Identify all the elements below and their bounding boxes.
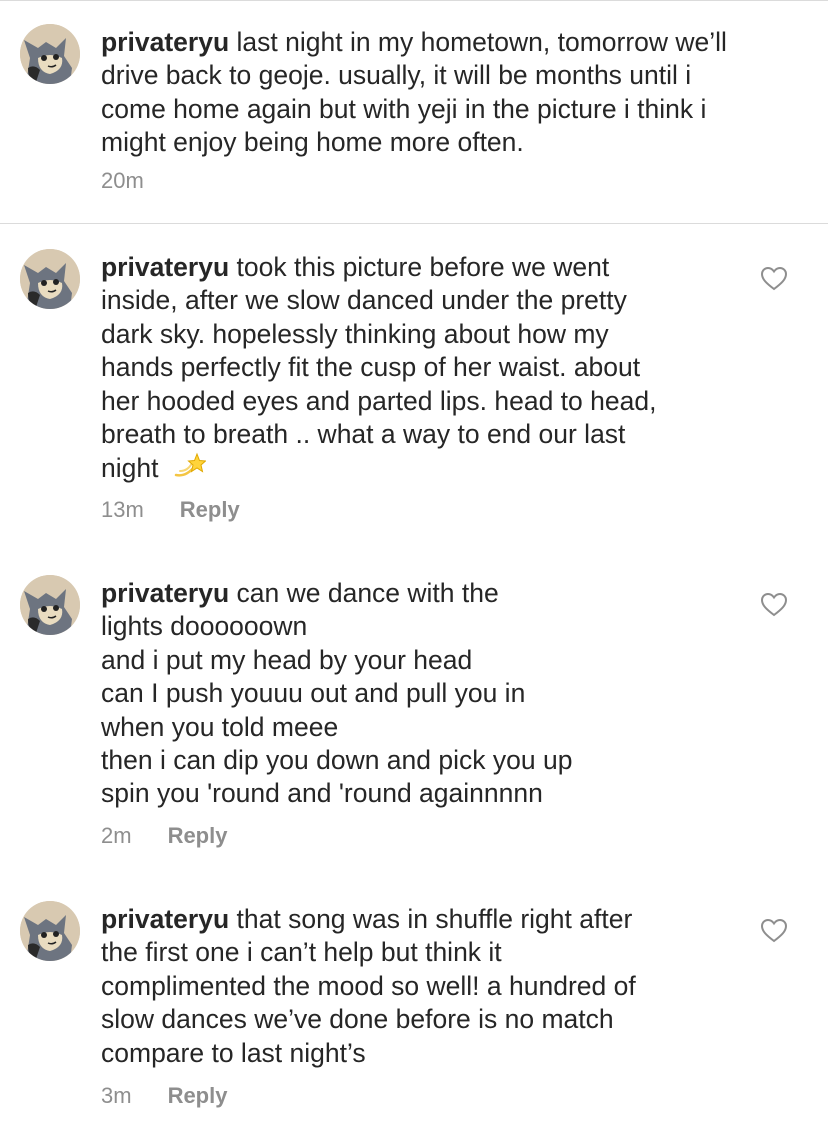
comment-text: come home again but with yeji in the pic… [101, 93, 707, 124]
avatar[interactable] [20, 249, 80, 309]
comment-text: that song was in shuffle right after [236, 904, 633, 934]
comment-text: spin you 'round and 'round againnnnn [101, 778, 543, 809]
comment-text: compare to last night’s [101, 1037, 366, 1068]
comment-body: privateryu that song was in shuffle righ… [101, 903, 636, 1070]
comment-text: drive back to geoje. usually, it will be… [101, 60, 692, 91]
heart-outline-icon[interactable] [760, 918, 788, 944]
cartoon-cat-avatar-icon [20, 249, 80, 309]
comment-text: breath to breath .. what a way to end ou… [101, 419, 626, 450]
comment-meta: 3m Reply [101, 1083, 227, 1109]
comment-line: night [101, 451, 656, 489]
avatar[interactable] [20, 24, 80, 84]
comment-text: slow dances we’ve done before is no matc… [101, 1004, 614, 1035]
comment-username[interactable]: privateryu [101, 27, 229, 57]
reply-button[interactable]: Reply [168, 823, 228, 849]
comment-meta: 13m Reply [101, 497, 240, 523]
comment-text: can we dance with the [236, 578, 499, 608]
comment-username[interactable]: privateryu [101, 578, 229, 608]
comment-time: 13m [101, 497, 144, 522]
avatar[interactable] [20, 901, 80, 961]
comment-text: inside, after we slow danced under the p… [101, 285, 627, 316]
comment-text: and i put my head by your head [101, 644, 473, 675]
heart-outline-icon[interactable] [760, 592, 788, 618]
comment-time: 3m [101, 1083, 132, 1108]
avatar[interactable] [20, 575, 80, 635]
comment-text: dark sky. hopelessly thinking about how … [101, 318, 609, 349]
reply-button[interactable]: Reply [180, 497, 240, 523]
comment-meta: 2m Reply [101, 823, 227, 849]
comment-text: hands perfectly fit the cusp of her wais… [101, 352, 641, 383]
comment-body: privateryu last night in my hometown, to… [101, 26, 727, 160]
comment-text: then i can dip you down and pick you up [101, 745, 573, 776]
comment-text: when you told meee [101, 711, 339, 742]
heart-outline-icon[interactable] [760, 266, 788, 292]
cartoon-cat-avatar-icon [20, 24, 80, 84]
comment-username[interactable]: privateryu [101, 904, 229, 934]
comment-line: privateryu last night in my hometown, to… [101, 26, 727, 59]
dizzy-star-emoji-icon [172, 451, 207, 489]
comment-text: night [101, 453, 159, 484]
comment-time: 2m [101, 823, 132, 848]
comment-text: complimented the mood so well! a hundred… [101, 970, 636, 1001]
caption-divider [0, 223, 828, 224]
cartoon-cat-avatar-icon [20, 575, 80, 635]
comment-time: 20m [101, 168, 144, 193]
comment-body: privateryu can we dance with the lights … [101, 577, 572, 811]
reply-button[interactable]: Reply [168, 1083, 228, 1109]
comment-text: last night in my hometown, tomorrow we’l… [236, 27, 727, 57]
comment-meta: 20m [101, 168, 144, 194]
cartoon-cat-avatar-icon [20, 901, 80, 961]
comment-line: privateryu took this picture before we w… [101, 251, 656, 284]
comment-text: took this picture before we went [236, 252, 610, 282]
comment-text: the first one i can’t help but think it [101, 937, 502, 968]
comment-username[interactable]: privateryu [101, 252, 229, 282]
comment-text: can I push youuu out and pull you in [101, 678, 526, 709]
comment-line: privateryu that song was in shuffle righ… [101, 903, 636, 936]
comment-text: lights doooooown [101, 611, 308, 642]
top-divider [0, 0, 828, 1]
comment-line: privateryu can we dance with the [101, 577, 572, 610]
comment-text: her hooded eyes and parted lips. head to… [101, 385, 657, 416]
comment-text: might enjoy being home more often. [101, 127, 524, 158]
comment-body: privateryu took this picture before we w… [101, 251, 656, 490]
